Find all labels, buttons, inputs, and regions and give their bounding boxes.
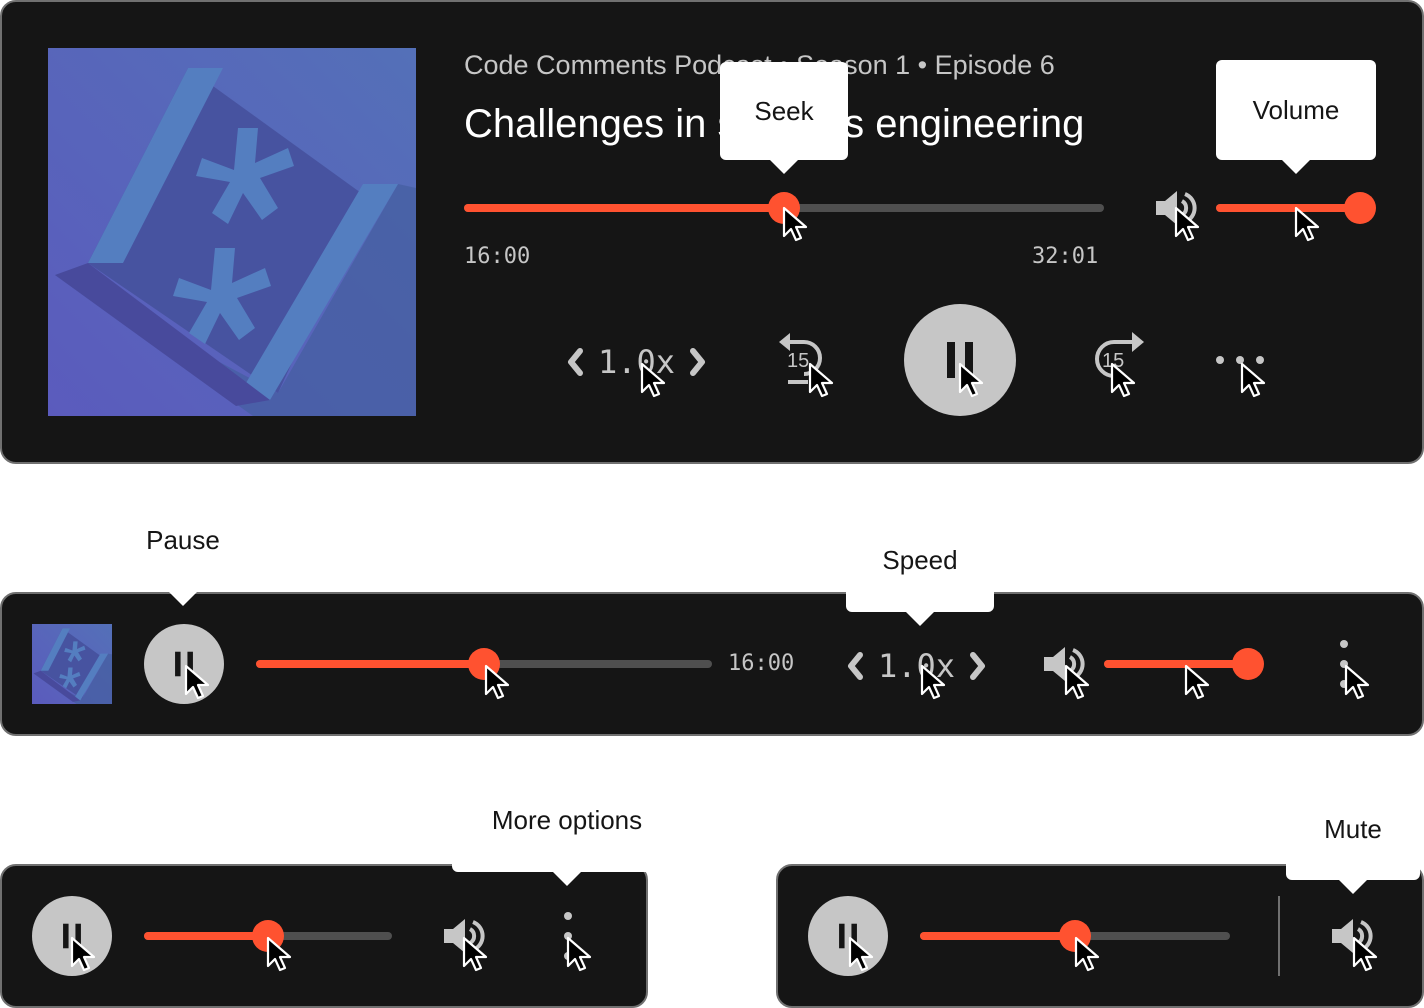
divider	[1278, 896, 1280, 976]
play-pause-button[interactable]	[144, 624, 224, 704]
chevron-left-icon[interactable]	[564, 347, 588, 377]
volume-icon[interactable]	[1152, 184, 1200, 232]
forward-15-button[interactable]: 15	[1088, 328, 1148, 390]
full-player: Code Comments Podcast • Season 1 • Episo…	[0, 0, 1424, 464]
seek-slider[interactable]	[256, 648, 712, 680]
seek-tooltip-label: Seek	[754, 95, 814, 126]
rewind-15-button[interactable]: 15	[776, 330, 832, 390]
pause-icon	[837, 923, 859, 949]
volume-tooltip-label: Volume	[1252, 94, 1340, 125]
volume-icon[interactable]	[1040, 640, 1088, 688]
play-pause-button[interactable]	[32, 896, 112, 976]
pause-tooltip-label: Pause	[146, 524, 220, 555]
speed-control: 1.0x	[564, 340, 709, 384]
seek-slider[interactable]	[464, 192, 1104, 224]
chevron-right-icon[interactable]	[965, 651, 989, 681]
volume-slider[interactable]	[1104, 648, 1264, 680]
play-pause-button[interactable]	[904, 304, 1016, 416]
seek-thumb[interactable]	[468, 648, 500, 680]
pause-icon	[944, 342, 976, 378]
more-vertical-icon[interactable]	[560, 908, 576, 964]
volume-tooltip: Volume	[1216, 60, 1376, 174]
more-options-tooltip: More options	[452, 780, 682, 886]
mini-player-mute	[776, 864, 1424, 1008]
pause-tooltip: Pause	[118, 500, 248, 606]
seek-thumb[interactable]	[1059, 920, 1091, 952]
seek-slider[interactable]	[920, 920, 1230, 952]
duration-time: 32:01	[1032, 244, 1099, 269]
mute-tooltip: Mute	[1286, 790, 1420, 894]
more-options-tooltip-label: More options	[491, 804, 643, 835]
seek-progress-fill	[256, 660, 484, 668]
episode-artwork	[48, 48, 416, 416]
seek-thumb[interactable]	[252, 920, 284, 952]
episode-artwork-thumbnail	[32, 624, 112, 704]
cursor-icon	[1184, 664, 1210, 700]
seek-tooltip: Seek	[720, 62, 848, 174]
podcast-artwork-icon	[48, 48, 416, 416]
pause-icon	[173, 651, 195, 677]
volume-level-fill	[1104, 660, 1248, 668]
speed-control: 1.0x	[844, 644, 989, 688]
play-pause-button[interactable]	[808, 896, 888, 976]
volume-slider[interactable]	[1216, 192, 1376, 224]
seek-progress-fill	[464, 204, 784, 212]
speed-value[interactable]: 1.0x	[878, 647, 955, 685]
seek-slider[interactable]	[144, 920, 392, 952]
speed-tooltip-label: Speed	[882, 544, 958, 575]
podcast-artwork-icon	[32, 624, 112, 704]
volume-thumb[interactable]	[1232, 648, 1264, 680]
more-vertical-icon[interactable]	[1336, 636, 1352, 692]
speed-tooltip: Speed	[846, 520, 994, 626]
rewind-seconds: 15	[787, 350, 810, 372]
seek-progress-fill	[144, 932, 268, 940]
compact-player: 16:00 1.0x	[0, 592, 1424, 736]
volume-icon[interactable]	[440, 912, 488, 960]
seek-progress-fill	[920, 932, 1075, 940]
mute-volume-icon[interactable]	[1328, 912, 1376, 960]
chevron-right-icon[interactable]	[685, 347, 709, 377]
seek-thumb[interactable]	[768, 192, 800, 224]
mute-tooltip-label: Mute	[1324, 813, 1382, 844]
mini-player-more	[0, 864, 648, 1008]
chevron-left-icon[interactable]	[844, 651, 868, 681]
volume-level-fill	[1216, 204, 1360, 212]
elapsed-time: 16:00	[728, 651, 795, 676]
more-horizontal-icon[interactable]	[1212, 352, 1268, 368]
elapsed-time: 16:00	[464, 244, 531, 269]
volume-thumb[interactable]	[1344, 192, 1376, 224]
speed-value[interactable]: 1.0x	[598, 343, 675, 381]
forward-seconds: 15	[1102, 350, 1125, 372]
pause-icon	[61, 923, 83, 949]
